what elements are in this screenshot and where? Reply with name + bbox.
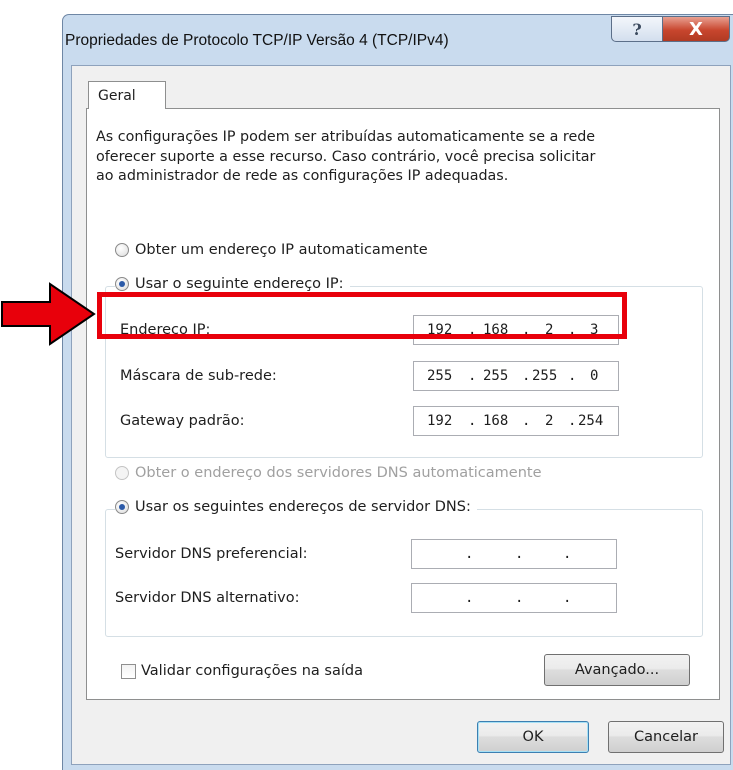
preferred-dns-input[interactable]: . . . — [411, 539, 617, 569]
question-mark-icon: ? — [632, 19, 642, 39]
radio-dns-automatic[interactable]: Obter o endereço dos servidores DNS auto… — [115, 465, 548, 481]
validate-settings-label: Validar configurações na saída — [141, 663, 363, 679]
description-text: As configurações IP podem ser atribuídas… — [96, 128, 706, 187]
alternate-dns-label: Servidor DNS alternativo: — [115, 590, 300, 606]
tab-panel-geral: As configurações IP podem ser atribuídas… — [86, 108, 720, 700]
radio-ip-automatic[interactable]: Obter um endereço IP automaticamente — [115, 242, 434, 258]
description-line: As configurações IP podem ser atribuídas… — [96, 129, 596, 145]
radio-dns-manual-label: Usar os seguintes endereços de servidor … — [135, 499, 471, 515]
default-gateway-input[interactable]: 192 . 168 . 2 . 254 — [413, 406, 619, 436]
subnet-mask-label: Máscara de sub-rede: — [120, 368, 277, 384]
octet-separator: . — [468, 368, 477, 384]
close-icon: X — [689, 18, 703, 40]
ip-octet: 0 — [590, 368, 599, 384]
preferred-dns-label: Servidor DNS preferencial: — [115, 546, 308, 562]
subnet-mask-input[interactable]: 255 . 255 . 255 . 0 — [413, 361, 619, 391]
radio-dns-automatic-label: Obter o endereço dos servidores DNS auto… — [135, 465, 542, 481]
ok-button[interactable]: OK — [477, 721, 589, 753]
dialog-client-area: Geral As configurações IP podem ser atri… — [71, 65, 731, 765]
default-gateway-label: Gateway padrão: — [120, 413, 245, 429]
octet-separator: . — [522, 368, 531, 384]
radio-button-icon — [115, 243, 129, 257]
ip-octet: 2 — [545, 413, 554, 429]
ip-octet: 168 — [483, 413, 509, 429]
ip-octet: 192 — [427, 413, 453, 429]
help-button[interactable]: ? — [611, 16, 663, 42]
radio-button-icon — [115, 466, 129, 480]
close-button[interactable]: X — [662, 16, 730, 42]
radio-ip-manual[interactable]: Usar o seguinte endereço IP: — [115, 276, 350, 292]
ip-octet: 255 — [483, 368, 509, 384]
octet-separator: . — [515, 546, 524, 562]
window-title: Propriedades de Protocolo TCP/IP Versão … — [65, 32, 449, 49]
ip-octet: 255 — [427, 368, 453, 384]
alternate-dns-input[interactable]: . . . — [411, 583, 617, 613]
octet-separator: . — [568, 368, 577, 384]
description-line: oferecer suporte a esse recurso. Caso co… — [96, 148, 596, 165]
radio-dns-manual[interactable]: Usar os seguintes endereços de servidor … — [115, 499, 477, 515]
validate-settings-checkbox[interactable]: Validar configurações na saída — [121, 663, 363, 679]
title-bar[interactable]: Propriedades de Protocolo TCP/IP Versão … — [63, 15, 733, 65]
annotation-highlight-box — [97, 292, 627, 339]
octet-separator: . — [563, 590, 572, 606]
dialog-window: Propriedades de Protocolo TCP/IP Versão … — [62, 14, 733, 770]
octet-separator: . — [515, 590, 524, 606]
octet-separator: . — [522, 413, 531, 429]
ip-octet: 255 — [532, 368, 558, 384]
radio-ip-manual-label: Usar o seguinte endereço IP: — [135, 276, 344, 292]
octet-separator: . — [568, 413, 577, 429]
octet-separator: . — [563, 546, 572, 562]
dns-groupbox — [105, 509, 703, 637]
checkbox-icon — [121, 663, 136, 679]
tab-geral[interactable]: Geral — [88, 81, 166, 109]
octet-separator: . — [465, 590, 474, 606]
octet-separator: . — [468, 413, 477, 429]
advanced-button[interactable]: Avançado... — [544, 654, 690, 686]
ip-octet: 254 — [578, 413, 604, 429]
radio-button-selected-icon — [115, 277, 129, 291]
radio-button-selected-icon — [115, 500, 129, 514]
description-line: ao administrador de rede as configuraçõe… — [96, 168, 509, 184]
octet-separator: . — [465, 546, 474, 562]
annotation-arrow-icon — [1, 282, 96, 346]
cancel-button[interactable]: Cancelar — [608, 721, 724, 753]
radio-ip-automatic-label: Obter um endereço IP automaticamente — [135, 242, 428, 258]
